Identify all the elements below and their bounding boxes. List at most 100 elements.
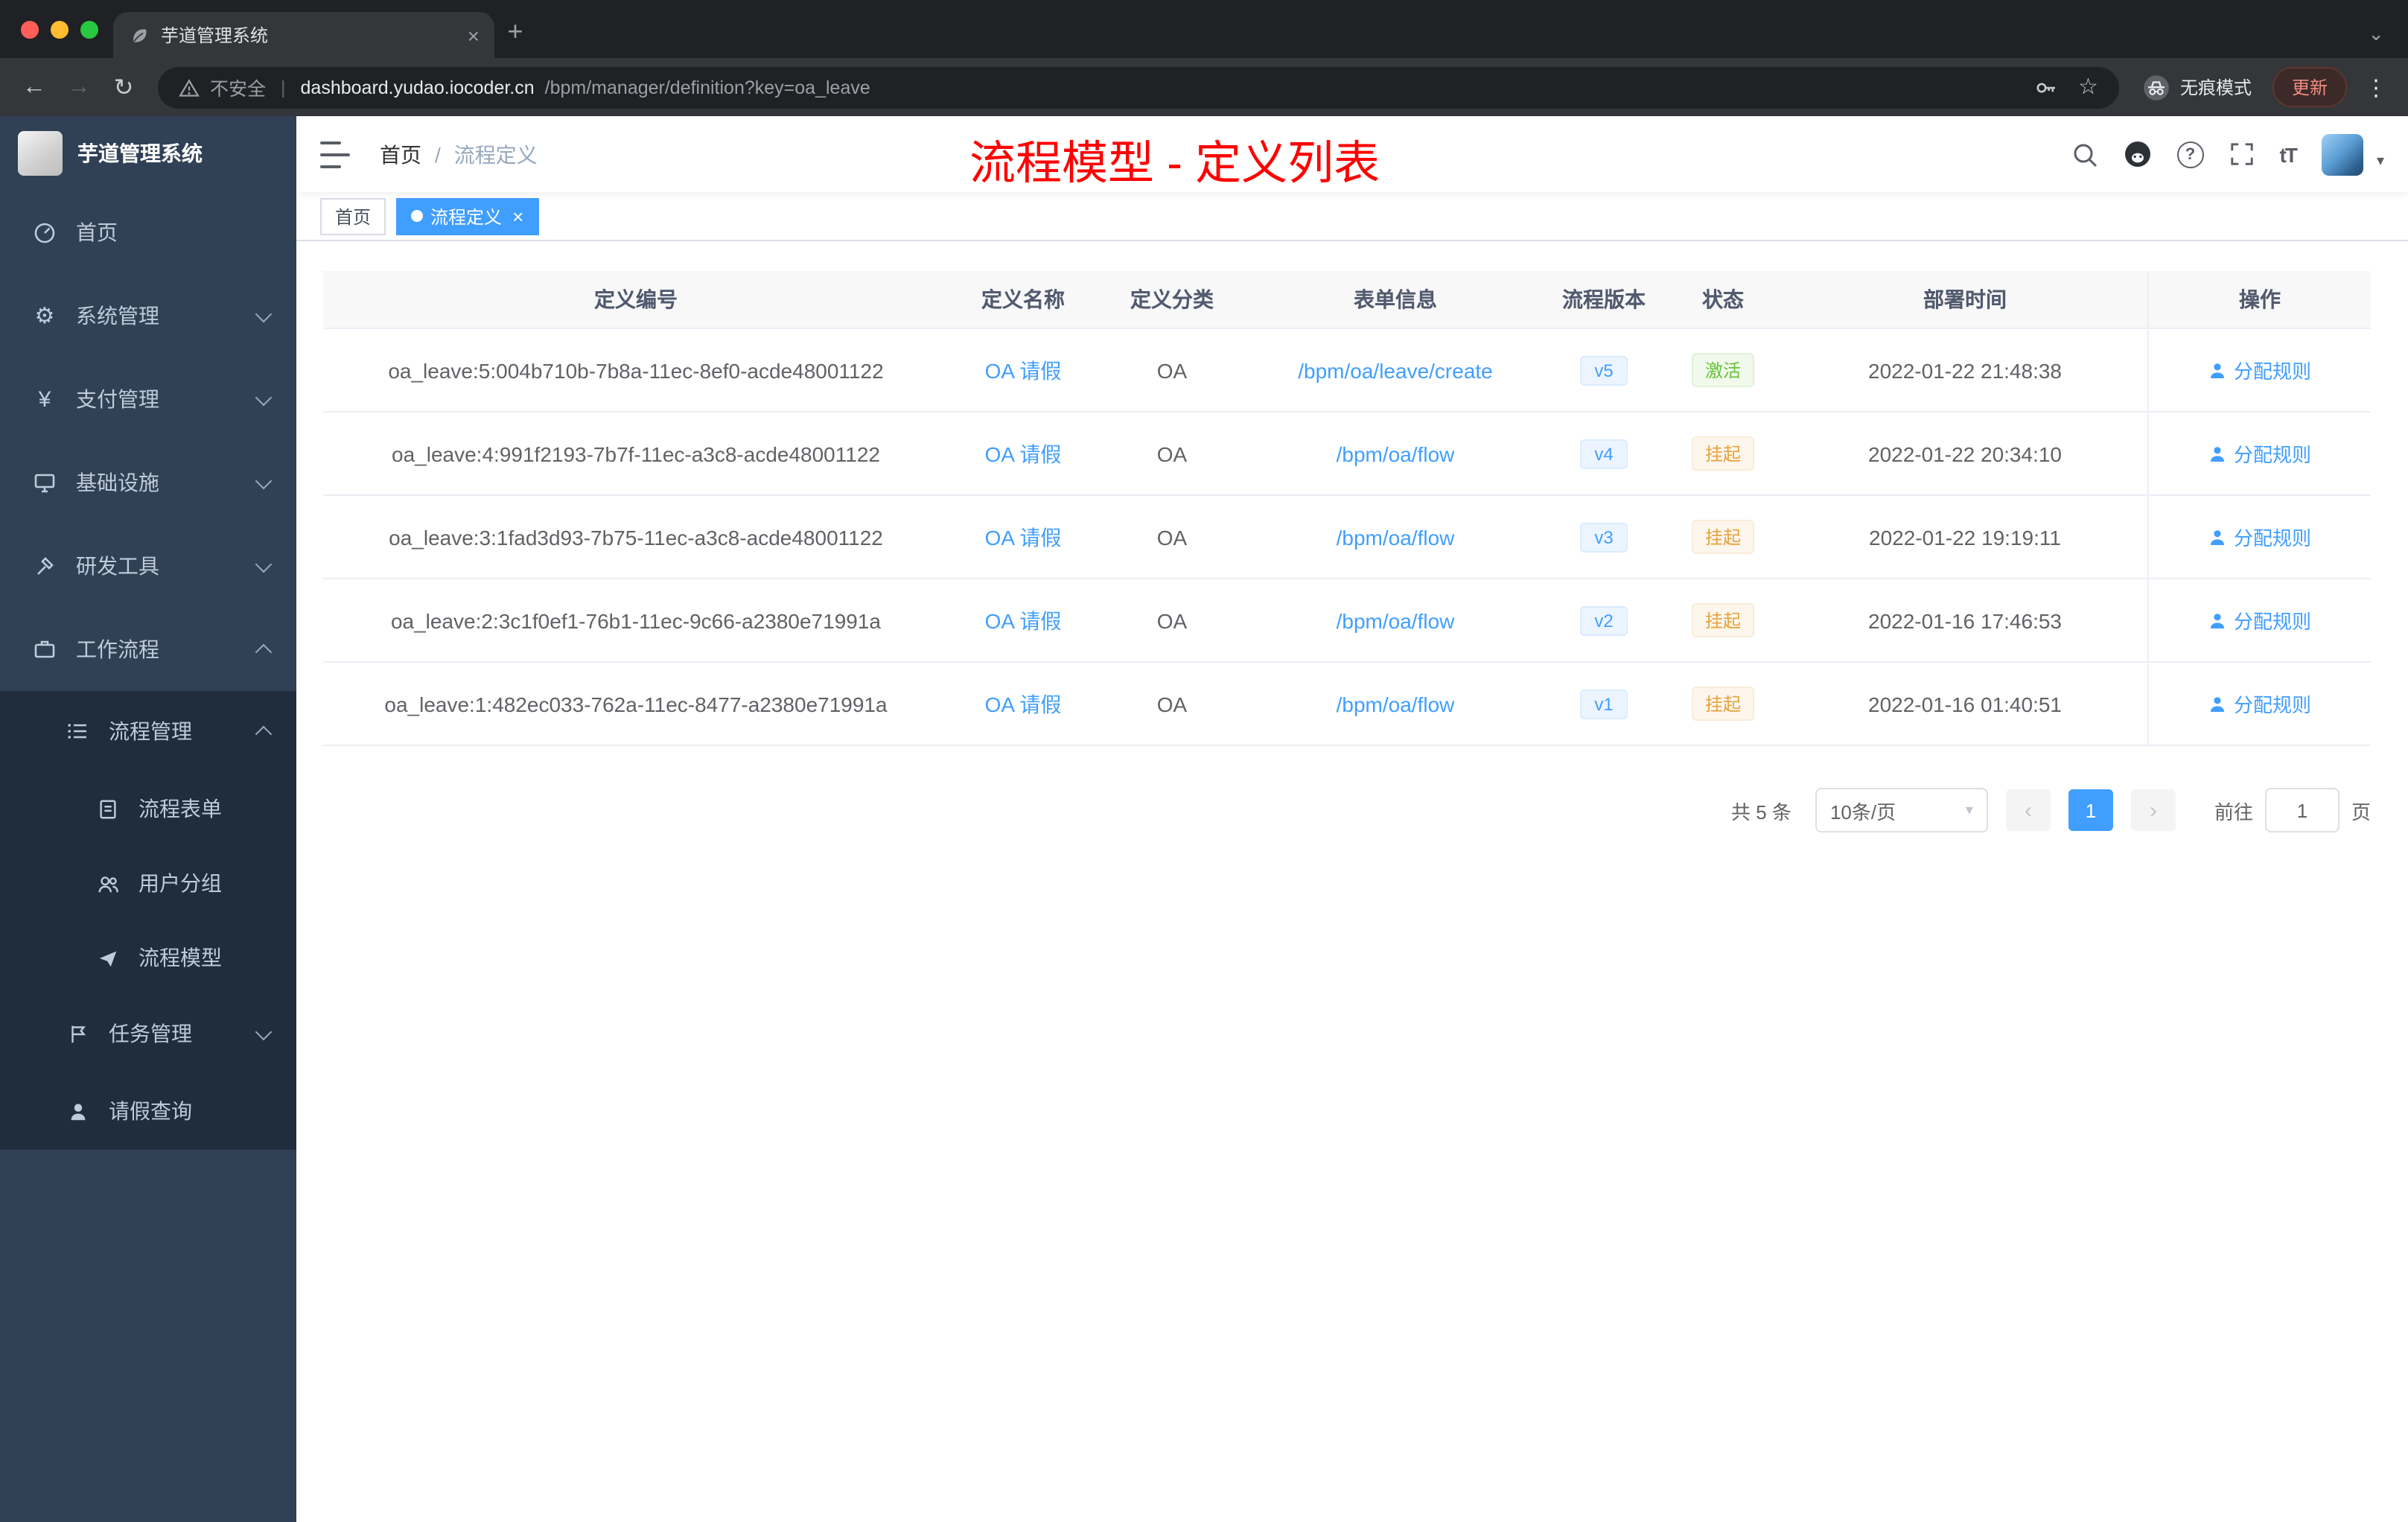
sidebar-item-devtools[interactable]: 研发工具 (0, 524, 296, 608)
version-tag: v4 (1579, 439, 1628, 468)
window-close-button[interactable] (21, 21, 39, 39)
sidebar-item-process-mgmt[interactable]: 流程管理 (0, 691, 296, 771)
assign-rule-label: 分配规则 (2233, 611, 2311, 633)
new-tab-button[interactable]: + (494, 10, 536, 52)
fullscreen-icon[interactable] (2229, 141, 2255, 167)
app-window: 芋道管理系统 首页 ⚙ 系统管理 ¥ 支付管理 基础设施 研发工具 工作流程 流… (0, 116, 2408, 1522)
definition-name-link[interactable]: OA 请假 (985, 605, 1062, 635)
sidebar: 芋道管理系统 首页 ⚙ 系统管理 ¥ 支付管理 基础设施 研发工具 工作流程 流… (0, 116, 296, 1522)
form-link[interactable]: /bpm/oa/flow (1337, 442, 1455, 465)
sidebar-item-leave-query[interactable]: 请假查询 (0, 1072, 296, 1150)
chevron-down-icon (255, 555, 273, 573)
version-tag: v3 (1579, 522, 1628, 552)
current-page-button[interactable]: 1 (2068, 789, 2113, 831)
browser-tab[interactable]: 芋道管理系统 × (113, 12, 494, 58)
sidebar-item-system[interactable]: ⚙ 系统管理 (0, 274, 296, 357)
form-link[interactable]: /bpm/oa/flow (1337, 692, 1455, 716)
navbar-actions: ? tT ▾ (2071, 133, 2384, 175)
sidebar-item-process-form[interactable]: 流程表单 (0, 771, 296, 846)
sidebar-item-infrastructure[interactable]: 基础设施 (0, 441, 296, 524)
tag-close-icon[interactable]: × (512, 206, 523, 226)
address-bar[interactable]: 不安全 | dashboard.yudao.iocoder.cn/bpm/man… (158, 66, 2119, 108)
sidebar-logo: 芋道管理系统 (0, 116, 296, 191)
assign-rule-link[interactable]: 分配规则 (2208, 523, 2311, 551)
search-icon[interactable] (2071, 141, 2098, 168)
workflow-submenu: 流程管理 流程表单 用户分组 流程模型 任务管理 请假查询 (0, 691, 296, 1150)
sidebar-item-home[interactable]: 首页 (0, 191, 296, 274)
bookmark-star-icon[interactable]: ☆ (2078, 76, 2098, 98)
list-icon (66, 719, 89, 743)
table-row: oa_leave:3:1fad3d93-7b75-11ec-a3c8-acde4… (323, 496, 2371, 579)
window-minimize-button[interactable] (51, 21, 69, 39)
assign-rule-link[interactable]: 分配规则 (2208, 439, 2311, 468)
pagination-goto: 前往 页 (2214, 788, 2371, 832)
assign-rule-link[interactable]: 分配规则 (2208, 356, 2311, 384)
breadcrumb-home-link[interactable]: 首页 (380, 139, 421, 169)
sidebar-item-label: 研发工具 (76, 554, 159, 578)
pagination-total: 共 5 条 (1731, 800, 1791, 823)
tag-home[interactable]: 首页 (320, 197, 386, 235)
sidebar-item-process-model[interactable]: 流程模型 (0, 920, 296, 995)
definition-table: 定义编号 定义名称 定义分类 表单信息 流程版本 状态 部署时间 操作 oa_l… (323, 271, 2371, 746)
tab-close-icon[interactable]: × (468, 25, 480, 45)
sidebar-item-task-mgmt[interactable]: 任务管理 (0, 995, 296, 1072)
tag-process-definition[interactable]: 流程定义 × (396, 197, 539, 235)
form-link[interactable]: /bpm/oa/flow (1337, 525, 1455, 549)
window-controls (21, 21, 98, 39)
definition-name-link[interactable]: OA 请假 (985, 439, 1062, 468)
sidebar-item-payment[interactable]: ¥ 支付管理 (0, 357, 296, 441)
assign-rule-link[interactable]: 分配规则 (2208, 690, 2311, 718)
yen-icon: ¥ (38, 386, 51, 412)
page-size-select[interactable]: 10条/页 ▾ (1815, 788, 1988, 832)
tab-search-icon[interactable]: ⌄ (2368, 24, 2384, 43)
window-maximize-button[interactable] (80, 21, 98, 39)
sidebar-item-label: 首页 (76, 220, 118, 244)
form-link[interactable]: /bpm/oa/flow (1337, 608, 1455, 632)
column-header: 定义名称 (981, 287, 1065, 311)
back-icon[interactable]: ← (15, 68, 54, 106)
screen: 芋道管理系统 × + ⌄ ← → ↻ 不安全 | dashboard.yudao… (0, 0, 2408, 1522)
key-icon[interactable] (2033, 75, 2057, 99)
column-header: 定义分类 (1130, 287, 1214, 311)
cell-category: OA (1156, 358, 1188, 382)
chevron-down-icon (255, 305, 273, 322)
definition-name-link[interactable]: OA 请假 (985, 355, 1062, 385)
definition-name-link[interactable]: OA 请假 (985, 522, 1062, 552)
github-icon[interactable] (2124, 140, 2152, 168)
assign-rule-label: 分配规则 (2233, 694, 2311, 716)
column-header: 部署时间 (1923, 287, 2007, 311)
person-icon (66, 1100, 89, 1122)
definition-name-link[interactable]: OA 请假 (985, 689, 1062, 719)
font-size-icon[interactable]: tT (2280, 142, 2298, 166)
goto-page-input[interactable] (2264, 788, 2339, 832)
reload-icon[interactable]: ↻ (104, 68, 143, 106)
assign-rule-label: 分配规则 (2233, 444, 2311, 466)
browser-menu-icon[interactable]: ⋮ (2365, 74, 2387, 101)
breadcrumb-separator: / (435, 142, 441, 166)
cell-category: OA (1156, 608, 1188, 632)
cell-category: OA (1156, 692, 1188, 716)
hamburger-icon[interactable] (320, 138, 350, 171)
avatar-caret-icon[interactable]: ▾ (2377, 153, 2384, 170)
tools-icon (33, 554, 57, 578)
app-title: 芋道管理系统 (77, 141, 203, 165)
sidebar-item-label: 支付管理 (76, 387, 159, 411)
cell-deploy-time: 2022-01-16 17:46:53 (1868, 608, 2062, 632)
sidebar-item-user-group[interactable]: 用户分组 (0, 846, 296, 920)
chrome-update-button[interactable]: 更新 (2272, 67, 2347, 107)
logo-avatar (18, 131, 63, 176)
user-avatar[interactable] (2321, 133, 2363, 175)
goto-label: 前往 (2214, 800, 2253, 823)
prev-page-button[interactable]: ‹ (2005, 789, 2051, 831)
help-icon[interactable]: ? (2176, 141, 2204, 168)
forward-icon[interactable]: → (60, 68, 98, 106)
annotation-title: 流程模型 - 定义列表 (969, 137, 1380, 189)
incognito-icon (2143, 74, 2170, 101)
next-page-button[interactable]: › (2130, 789, 2176, 831)
sidebar-item-workflow[interactable]: 工作流程 (0, 608, 296, 691)
assign-rule-link[interactable]: 分配规则 (2208, 606, 2311, 634)
status-badge: 挂起 (1691, 520, 1754, 554)
sidebar-item-label: 基础设施 (76, 471, 159, 494)
tag-label: 首页 (335, 206, 372, 227)
form-link[interactable]: /bpm/oa/leave/create (1298, 358, 1493, 382)
